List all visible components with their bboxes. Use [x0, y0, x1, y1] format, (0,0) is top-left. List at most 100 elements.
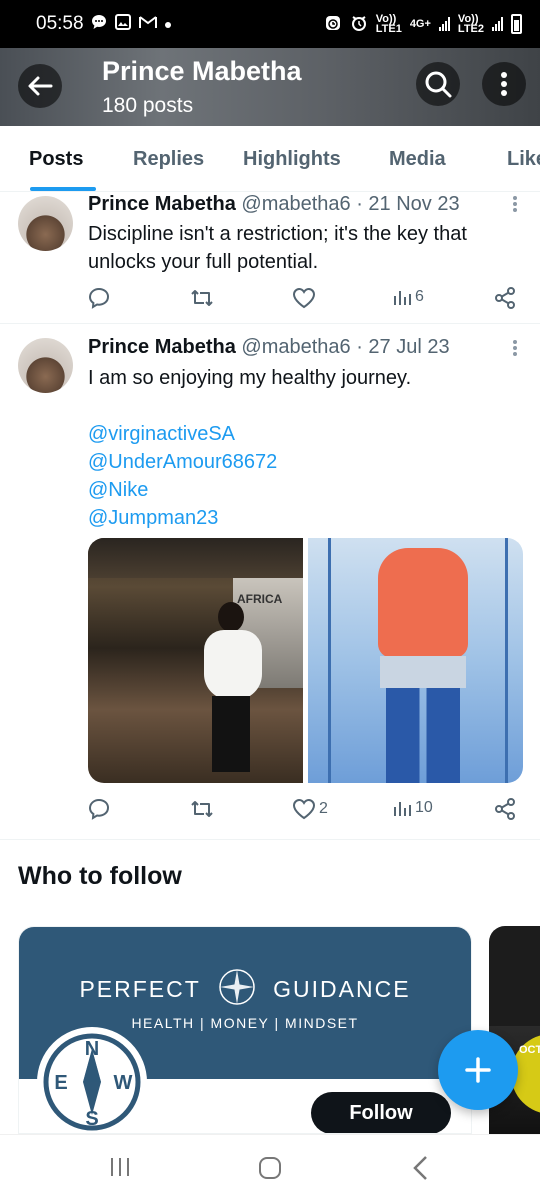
clock-alarm-icon [350, 14, 368, 35]
more-vertical-icon [501, 72, 507, 96]
signal2-icon [492, 17, 503, 31]
back-button[interactable] [18, 64, 62, 108]
post-author-handle[interactable]: @mabetha6 [241, 193, 350, 215]
sim1-label: Vo)) LTE1 [375, 13, 402, 35]
recent-apps-button[interactable] [108, 1155, 132, 1184]
mention-link[interactable]: @Nike [88, 476, 518, 504]
mention-link[interactable]: @UnderAmour68672 [88, 448, 518, 476]
svg-text:W: W [114, 1072, 133, 1094]
more-vertical-icon [513, 340, 517, 356]
plus-icon [465, 1057, 491, 1083]
profile-header: Prince Mabetha 180 posts [0, 48, 540, 126]
share-button[interactable] [494, 798, 516, 820]
who-to-follow-title: Who to follow [18, 862, 182, 890]
likes-count: 2 [319, 800, 328, 817]
repost-icon [191, 801, 213, 817]
views-icon [394, 802, 411, 816]
compose-post-button[interactable] [438, 1030, 518, 1110]
post-photo[interactable] [308, 538, 523, 783]
avatar[interactable] [18, 338, 73, 393]
card-brand: PERFECT GUIDANCE [19, 969, 471, 1007]
active-tab-indicator [30, 187, 96, 191]
search-icon [425, 71, 452, 98]
post-header: Prince Mabetha @mabetha6 · 27 Jul 23 [88, 336, 450, 359]
mention-link[interactable]: @virginactiveSA [88, 420, 518, 448]
system-back-button[interactable] [410, 1155, 430, 1186]
svg-text:N: N [85, 1038, 99, 1060]
share-icon [495, 798, 515, 820]
heart-icon [292, 287, 316, 309]
views-button[interactable]: 10 [392, 798, 433, 818]
post-more-button[interactable] [512, 195, 518, 218]
post-author-name[interactable]: Prince Mabetha [88, 193, 236, 215]
follow-button[interactable]: Follow [311, 1092, 451, 1133]
tab-posts[interactable]: Posts [29, 148, 83, 171]
repost-button[interactable] [190, 798, 214, 820]
status-bar: 05:58 Vo)) LTE1 4G+ Vo)) LTE2 [0, 0, 540, 48]
search-button[interactable] [416, 62, 460, 106]
post-author-handle[interactable]: @mabetha6 [241, 336, 350, 358]
repost-button[interactable] [190, 287, 214, 309]
share-icon [495, 287, 515, 309]
mention-link[interactable]: @Jumpman23 [88, 504, 518, 532]
tab-replies[interactable]: Replies [133, 148, 204, 171]
profile-name: Prince Mabetha [102, 56, 302, 86]
svg-text:S: S [85, 1108, 98, 1130]
battery-icon [511, 14, 522, 34]
post-actions: 6 [88, 287, 518, 311]
like-button[interactable]: 2 [292, 798, 328, 820]
more-options-button[interactable] [482, 62, 526, 106]
home-icon [259, 1157, 281, 1179]
chevron-left-icon [413, 1156, 427, 1180]
share-button[interactable] [494, 287, 516, 309]
image-icon [114, 13, 132, 35]
avatar[interactable] [18, 196, 73, 251]
reply-icon [88, 287, 110, 309]
status-time: 05:58 [36, 13, 84, 34]
chat-icon [90, 13, 108, 35]
tab-highlights[interactable]: Highlights [243, 148, 341, 171]
post-author-name[interactable]: Prince Mabetha [88, 336, 236, 358]
posts-count: 180 posts [102, 94, 194, 117]
post[interactable]: Prince Mabetha @mabetha6 · 21 Nov 23 Dis… [0, 192, 540, 324]
card2-label: OCT [519, 1044, 540, 1056]
post-text-body: I am so enjoying my healthy journey. [88, 367, 412, 389]
post-photo[interactable]: AFRICA [88, 538, 303, 783]
gmail-icon [138, 14, 158, 34]
home-button[interactable] [257, 1155, 283, 1186]
post-date: · 21 Nov 23 [356, 193, 460, 215]
back-arrow-icon [28, 76, 53, 96]
post-text: I am so enjoying my healthy journey. @vi… [88, 364, 518, 532]
reply-button[interactable] [88, 287, 110, 309]
reply-icon [88, 798, 110, 820]
views-icon [394, 291, 411, 305]
alarm-icon [324, 14, 342, 35]
post-header: Prince Mabetha @mabetha6 · 21 Nov 23 [88, 193, 460, 216]
network-type: 4G+ [409, 18, 431, 30]
post-actions: 2 10 [88, 798, 518, 822]
views-count: 10 [415, 799, 433, 816]
recent-apps-icon [111, 1158, 129, 1176]
tab-media[interactable]: Media [389, 148, 446, 171]
svg-text:E: E [54, 1072, 67, 1094]
card-avatar[interactable]: N E W S [37, 1027, 147, 1133]
post-date: · 27 Jul 23 [356, 336, 450, 358]
heart-icon [292, 798, 316, 820]
reply-button[interactable] [88, 798, 110, 820]
more-vertical-icon [513, 196, 517, 212]
post[interactable]: Prince Mabetha @mabetha6 · 27 Jul 23 I a… [0, 324, 540, 840]
repost-icon [191, 290, 213, 306]
post-media: AFRICA [88, 538, 523, 783]
post-text: Discipline isn't a restriction; it's the… [88, 223, 467, 273]
system-navigation-bar [0, 1134, 540, 1200]
profile-tabs: Posts Replies Highlights Media Likes [0, 126, 540, 192]
compass-icon [219, 969, 255, 1005]
like-button[interactable] [292, 287, 316, 309]
follow-suggestion-card[interactable]: PERFECT GUIDANCE HEALTH | MONEY | MINDSE… [18, 926, 472, 1134]
tab-likes[interactable]: Likes [507, 148, 540, 171]
views-button[interactable]: 6 [392, 287, 424, 307]
sim2-label: Vo)) LTE2 [457, 13, 484, 35]
views-count: 6 [415, 288, 424, 305]
compass-logo-icon: N E W S [43, 1033, 141, 1131]
post-more-button[interactable] [512, 339, 518, 362]
